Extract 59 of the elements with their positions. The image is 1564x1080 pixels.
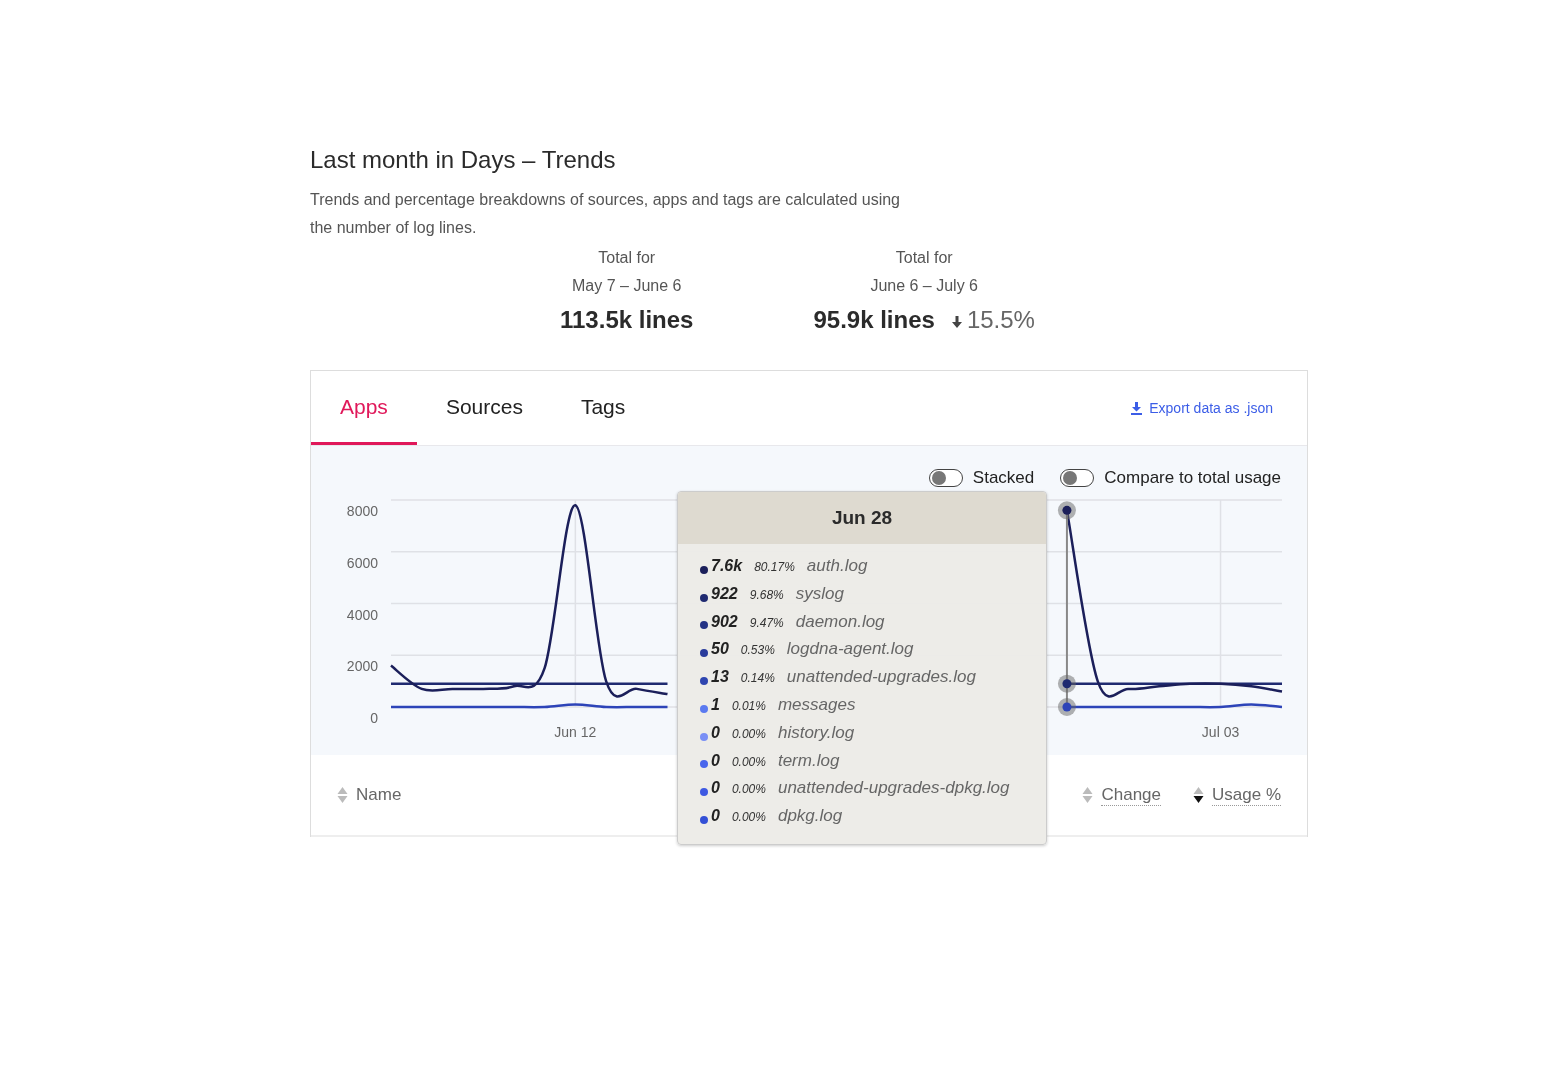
section-title: Last month in Days – Trends <box>310 146 617 174</box>
tooltip-percent: 9.68% <box>749 587 784 602</box>
y-tick-label: 8000 <box>346 503 378 519</box>
tooltip-percent: 0.14% <box>740 671 775 686</box>
x-tick-label: Jun 12 <box>554 724 597 740</box>
y-tick-label: 0 <box>370 710 378 726</box>
tab[interactable]: Sources <box>416 371 552 445</box>
column-header[interactable]: Change <box>1082 784 1161 806</box>
y-tick-label: 6000 <box>346 554 378 571</box>
column-header[interactable]: Usage % <box>1193 784 1281 806</box>
tooltip-percent: 0.00% <box>731 782 766 797</box>
sort-icon <box>1082 786 1094 804</box>
tooltip-percent: 80.17% <box>754 560 795 574</box>
tooltip-value: 922 <box>711 584 738 603</box>
tooltip-series-name: unattended-upgrades-dpkg.log <box>777 778 1010 799</box>
tooltip-value: 13 <box>711 668 729 687</box>
total-value: 95.9k lines <box>813 306 935 334</box>
date-range: May 7 – June 6 <box>572 276 682 296</box>
tooltip-percent: 0.01% <box>731 699 766 713</box>
tooltip-series-name: history.log <box>777 722 855 743</box>
tooltip-series-name: messages <box>777 695 856 715</box>
y-tick-label: 4000 <box>346 606 378 623</box>
tooltip-title: Jun 28 <box>831 507 893 529</box>
download-icon <box>1130 401 1144 415</box>
tooltip-percent: 0.00% <box>731 754 766 769</box>
tooltip-series-name: unattended-upgrades.log <box>786 667 976 688</box>
tooltip-percent: 0.00% <box>731 810 766 825</box>
tooltip-series-name: term.log <box>777 750 840 771</box>
tooltip-value: 1 <box>711 696 720 714</box>
total-label: Total for <box>598 248 656 268</box>
total-label: Total for <box>895 248 953 268</box>
toggle-control[interactable]: Stacked <box>928 466 1035 490</box>
tooltip-series-name: logdna-agent.log <box>786 639 914 660</box>
tooltip-value: 0 <box>711 723 720 742</box>
total-value: 113.5k lines <box>560 306 694 334</box>
tooltip-series-name: daemon.log <box>795 611 885 632</box>
y-tick-label: 2000 <box>346 658 378 675</box>
date-range: June 6 – July 6 <box>870 276 978 296</box>
tooltip-series-name: dpkg.log <box>777 806 843 827</box>
export-link[interactable]: Export data as .json <box>1130 400 1273 416</box>
tooltip-value: 902 <box>711 612 738 631</box>
tooltip-percent: 0.00% <box>731 726 766 741</box>
tab[interactable]: Tags <box>551 371 655 445</box>
tooltip-value: 0 <box>711 751 720 770</box>
toggle-control[interactable]: Compare to total usage <box>1060 466 1281 490</box>
tooltip-percent: 9.47% <box>749 615 784 630</box>
sort-icon <box>1193 786 1204 804</box>
description: Trends and percentage breakdowns of sources, apps and tags are calculated using the number of log lines. <box>310 190 901 238</box>
tooltip-series-name: auth.log <box>806 556 868 576</box>
tooltip-value: 7.6k <box>711 557 743 575</box>
tooltip-percent: 0.53% <box>740 643 775 658</box>
column-header[interactable]: Name <box>337 785 402 805</box>
tooltip-value: 0 <box>711 807 720 826</box>
change-percent: 15.5% <box>966 306 1035 334</box>
x-tick-label: Jul 03 <box>1201 724 1240 740</box>
tooltip-value: 50 <box>711 640 729 659</box>
tooltip-value: 0 <box>711 779 720 798</box>
tooltip-series-name: syslog <box>795 583 844 604</box>
sort-icon <box>337 786 348 804</box>
